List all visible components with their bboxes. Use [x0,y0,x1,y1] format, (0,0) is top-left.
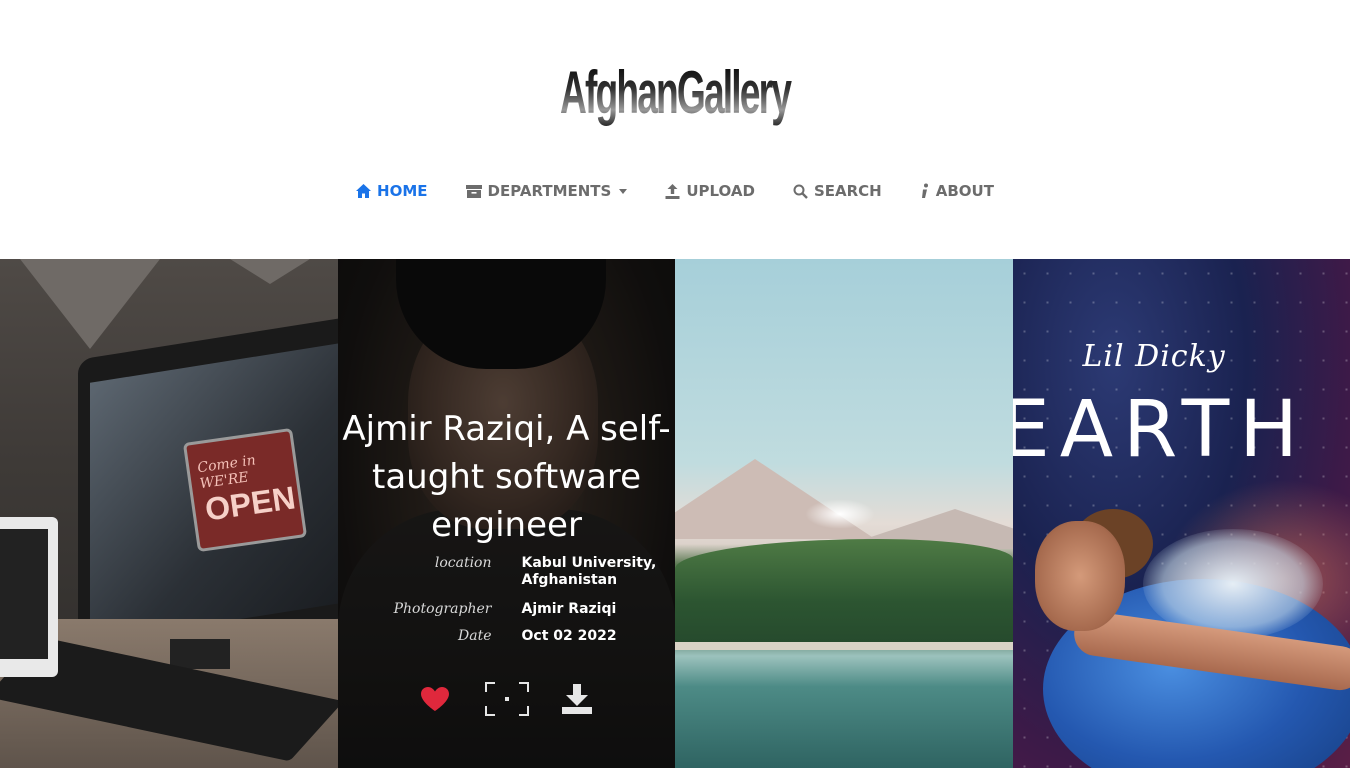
meta-row-date: Date Oct 02 2022 [338,628,676,648]
photographer-label: Photographer [393,601,492,617]
gallery-card-lake[interactable] [675,259,1013,768]
location-value: Kabul University, Afghanistan [521,555,657,588]
nav-departments[interactable]: DEPARTMENTS [447,180,647,202]
download-button[interactable] [555,683,599,719]
site-header: AfghanGallery HOME DEPARTMENTS UPLOAD SE… [0,0,1350,259]
sun-glow-graphic [805,499,875,529]
site-logo[interactable]: AfghanGallery [257,58,1094,127]
card-title: Ajmir Raziqi, A self-taught software eng… [342,409,671,545]
heart-icon [420,686,450,716]
meta-row-location: location Kabul University, Afghanistan [338,555,676,588]
nav-upload-label: UPLOAD [686,182,755,200]
archive-icon [465,184,482,198]
gallery-card-poster[interactable]: Lil Dicky EARTH [1012,259,1350,768]
nav-about-label: ABOUT [935,182,994,200]
fullscreen-button[interactable] [484,682,529,720]
fullscreen-icon [484,682,529,720]
open-sign: Come in WE'RE OPEN [182,427,308,553]
nav-upload[interactable]: UPLOAD [646,180,774,202]
poster-title: EARTH [1012,385,1308,475]
photographer-value: Ajmir Raziqi [521,601,617,617]
nav-about[interactable]: ABOUT [901,180,1013,202]
monitor-stand-graphic [170,639,230,669]
nav-search[interactable]: SEARCH [774,180,901,202]
gallery-grid: Come in WE'RE OPEN Ajmir Raziqi, A self-… [0,259,1350,768]
date-label: Date [458,628,492,644]
date-value: Oct 02 2022 [521,628,617,644]
forest-graphic [675,539,1013,644]
chevron-down-icon [619,188,628,194]
nav-departments-label: DEPARTMENTS [487,182,612,200]
meta-row-photographer: Photographer Ajmir Raziqi [338,601,676,621]
poster-signature: Lil Dicky [1082,339,1226,374]
main-nav: HOME DEPARTMENTS UPLOAD SEARCH ABOUT [0,180,1350,202]
home-icon [356,184,372,198]
card-actions [338,682,676,723]
wall-decoration [230,259,310,284]
gallery-card-desk[interactable]: Come in WE'RE OPEN [0,259,338,768]
nav-search-label: SEARCH [813,182,882,200]
gallery-card-portrait[interactable]: Ajmir Raziqi, A self-taught software eng… [337,259,676,768]
laptop-screen-graphic [0,529,48,659]
nav-home-label: HOME [377,182,428,200]
download-icon [561,683,593,719]
shore-graphic [675,642,1013,650]
upload-icon [665,183,680,199]
wall-decoration [20,259,160,349]
info-icon [920,183,930,199]
location-label: location [434,555,492,571]
nav-home[interactable]: HOME [337,180,446,202]
search-icon [793,184,808,199]
man-head-graphic [1034,521,1125,631]
like-button[interactable] [413,683,457,719]
